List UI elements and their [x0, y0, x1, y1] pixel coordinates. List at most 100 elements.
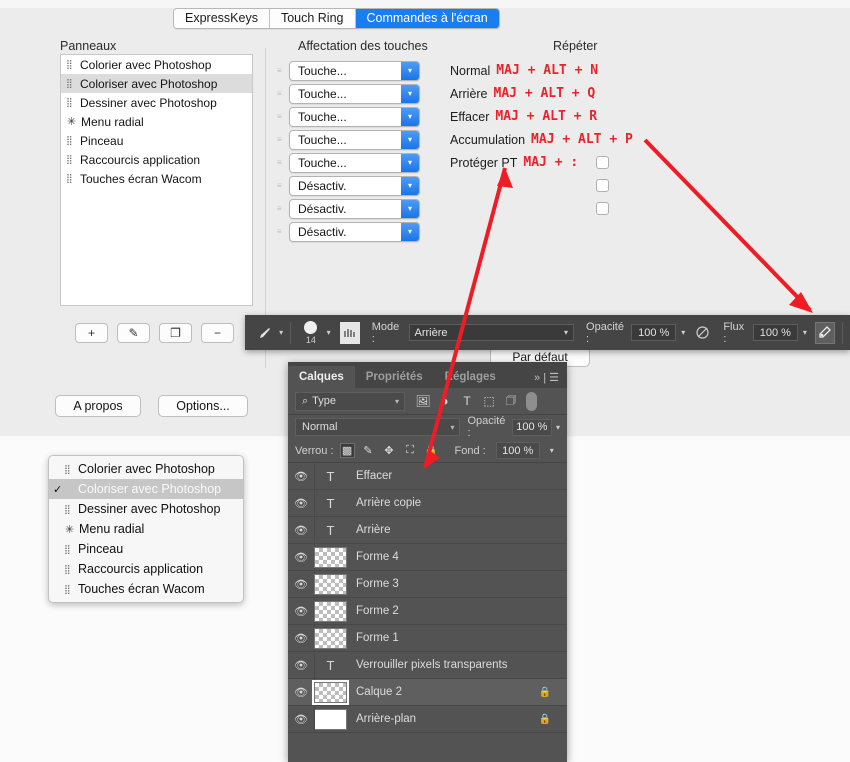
table-row[interactable]: 👁 T Effacer: [288, 463, 567, 490]
eye-icon[interactable]: 👁: [288, 713, 314, 726]
drag-handle-icon[interactable]: ≡: [277, 158, 289, 167]
type-filter-icon[interactable]: T: [456, 394, 478, 408]
popup-item-dessiner[interactable]: ⣿ Dessiner avec Photoshop: [49, 499, 243, 519]
key-popup-1[interactable]: Touche... ▾: [289, 60, 420, 81]
brush-panel-toggle-icon[interactable]: [339, 321, 360, 344]
key-popup-5[interactable]: Touche... ▾: [289, 152, 420, 173]
table-row[interactable]: 👁 Forme 4: [288, 544, 567, 571]
flow-value-field[interactable]: 100 %: [752, 324, 798, 341]
eye-icon[interactable]: 👁: [288, 632, 314, 645]
tab-expresskeys[interactable]: ExpressKeys: [174, 9, 270, 28]
edit-panel-button[interactable]: ✎: [117, 323, 150, 343]
tab-touch-ring[interactable]: Touch Ring: [269, 9, 356, 28]
opacity-chevron-icon[interactable]: ▾: [681, 328, 685, 337]
chevron-down-icon[interactable]: ▾: [556, 423, 560, 432]
panneaux-popup-menu[interactable]: ⣿ Colorier avec Photoshop ✓ Coloriser av…: [48, 455, 244, 603]
panel-menu-icon[interactable]: » | ☰: [534, 371, 559, 384]
eye-icon[interactable]: 👁: [288, 497, 314, 510]
panneaux-item-coloriser[interactable]: ⣿ Coloriser avec Photoshop: [61, 74, 252, 93]
pressure-opacity-icon[interactable]: [692, 322, 712, 344]
panneaux-item-menu-radial[interactable]: ✳ Menu radial: [61, 112, 252, 131]
key-popup-7[interactable]: Désactiv. ▾: [289, 198, 420, 219]
key-popup-8[interactable]: Désactiv. ▾: [289, 221, 420, 242]
drag-handle-icon[interactable]: ≡: [277, 89, 289, 98]
panneaux-item-raccourcis[interactable]: ⣿ Raccourcis application: [61, 150, 252, 169]
chevron-down-icon[interactable]: ▾: [401, 107, 419, 126]
image-filter-icon[interactable]: 🖼: [412, 394, 434, 408]
brush-preset-picker[interactable]: 14: [298, 320, 324, 345]
about-button[interactable]: A propos: [55, 395, 141, 417]
chevron-down-icon[interactable]: ▾: [401, 199, 419, 218]
repeat-checkbox-3[interactable]: [596, 202, 609, 215]
drag-handle-icon[interactable]: ≡: [277, 227, 289, 236]
lock-image-pixels-icon[interactable]: ✎: [361, 443, 376, 458]
table-row[interactable]: 👁 Forme 3: [288, 571, 567, 598]
table-row[interactable]: 👁 Calque 2 🔒: [288, 679, 567, 706]
brush-preset-chevron-icon[interactable]: ▾: [327, 328, 331, 337]
flow-chevron-icon[interactable]: ▾: [803, 328, 807, 337]
popup-item-colorier[interactable]: ⣿ Colorier avec Photoshop: [49, 459, 243, 479]
repeat-checkbox-1[interactable]: [596, 156, 609, 169]
blend-mode-select[interactable]: Arrière ▾: [408, 324, 575, 341]
key-popup-2[interactable]: Touche... ▾: [289, 83, 420, 104]
lock-transparent-pixels-icon[interactable]: ▩: [339, 443, 355, 458]
add-panel-button[interactable]: +: [75, 323, 108, 343]
brush-tool-icon[interactable]: [255, 322, 275, 344]
drag-handle-icon[interactable]: ≡: [277, 66, 289, 75]
table-row[interactable]: 👁 T Arrière copie: [288, 490, 567, 517]
fill-value[interactable]: 100 %: [495, 442, 540, 459]
popup-item-pinceau[interactable]: ⣿ Pinceau: [49, 539, 243, 559]
chevron-down-icon[interactable]: ▾: [401, 130, 419, 149]
brush-tool-chevron-icon[interactable]: ▾: [279, 328, 283, 337]
chevron-down-icon[interactable]: ▾: [401, 176, 419, 195]
eye-icon[interactable]: 👁: [288, 686, 314, 699]
panneaux-list[interactable]: ⣿ Colorier avec Photoshop ⣿ Coloriser av…: [60, 54, 253, 306]
tab-calques[interactable]: Calques: [288, 366, 355, 388]
panneaux-item-dessiner[interactable]: ⣿ Dessiner avec Photoshop: [61, 93, 252, 112]
filter-enable-toggle[interactable]: [526, 391, 537, 411]
airbrush-toggle-icon[interactable]: [814, 321, 836, 344]
key-popup-6[interactable]: Désactiv. ▾: [289, 175, 420, 196]
eye-icon[interactable]: 👁: [288, 578, 314, 591]
layer-blend-mode-select[interactable]: Normal ▾: [295, 418, 461, 436]
key-popup-4[interactable]: Touche... ▾: [289, 129, 420, 150]
tab-reglages[interactable]: Réglages: [434, 366, 507, 388]
popup-item-raccourcis[interactable]: ⣿ Raccourcis application: [49, 559, 243, 579]
panneaux-item-pinceau[interactable]: ⣿ Pinceau: [61, 131, 252, 150]
chevron-down-icon[interactable]: ▾: [550, 446, 554, 455]
shape-filter-icon[interactable]: ⬚: [478, 394, 500, 408]
duplicate-panel-button[interactable]: ❐: [159, 323, 192, 343]
eye-icon[interactable]: 👁: [288, 524, 314, 537]
eye-icon[interactable]: 👁: [288, 551, 314, 564]
table-row[interactable]: 👁 Forme 1: [288, 625, 567, 652]
layer-filter-type-select[interactable]: ⌕ Type ▾: [295, 391, 405, 411]
remove-panel-button[interactable]: −: [201, 323, 234, 343]
tab-commandes-ecran[interactable]: Commandes à l'écran: [355, 9, 499, 28]
opacity-value-field[interactable]: 100 %: [631, 324, 677, 341]
eye-icon[interactable]: 👁: [288, 470, 314, 483]
chevron-down-icon[interactable]: ▾: [401, 153, 419, 172]
lock-position-icon[interactable]: ✥: [382, 443, 397, 458]
popup-item-menu-radial[interactable]: ✳ Menu radial: [49, 519, 243, 539]
drag-handle-icon[interactable]: ≡: [277, 112, 289, 121]
lock-all-icon[interactable]: 🔒: [424, 443, 439, 458]
popup-item-coloriser[interactable]: ✓ Coloriser avec Photoshop: [49, 479, 243, 499]
table-row[interactable]: 👁 T Arrière: [288, 517, 567, 544]
key-popup-3[interactable]: Touche... ▾: [289, 106, 420, 127]
drag-handle-icon[interactable]: ≡: [277, 204, 289, 213]
options-button[interactable]: Options...: [158, 395, 248, 417]
eye-icon[interactable]: 👁: [288, 659, 314, 672]
smart-object-filter-icon[interactable]: 🗇: [500, 391, 522, 412]
chevron-down-icon[interactable]: ▾: [401, 84, 419, 103]
chevron-down-icon[interactable]: ▾: [401, 222, 419, 241]
panneaux-item-touches-ecran[interactable]: ⣿ Touches écran Wacom: [61, 169, 252, 188]
adjustment-filter-icon[interactable]: ◑: [434, 394, 456, 408]
tab-proprietes[interactable]: Propriétés: [355, 366, 434, 388]
chevron-down-icon[interactable]: ▾: [401, 61, 419, 80]
popup-item-touches-ecran[interactable]: ⣿ Touches écran Wacom: [49, 579, 243, 599]
table-row[interactable]: 👁 Forme 2: [288, 598, 567, 625]
eye-icon[interactable]: 👁: [288, 605, 314, 618]
panneaux-item-colorier[interactable]: ⣿ Colorier avec Photoshop: [61, 55, 252, 74]
table-row[interactable]: 👁 Arrière-plan 🔒: [288, 706, 567, 733]
drag-handle-icon[interactable]: ≡: [277, 135, 289, 144]
